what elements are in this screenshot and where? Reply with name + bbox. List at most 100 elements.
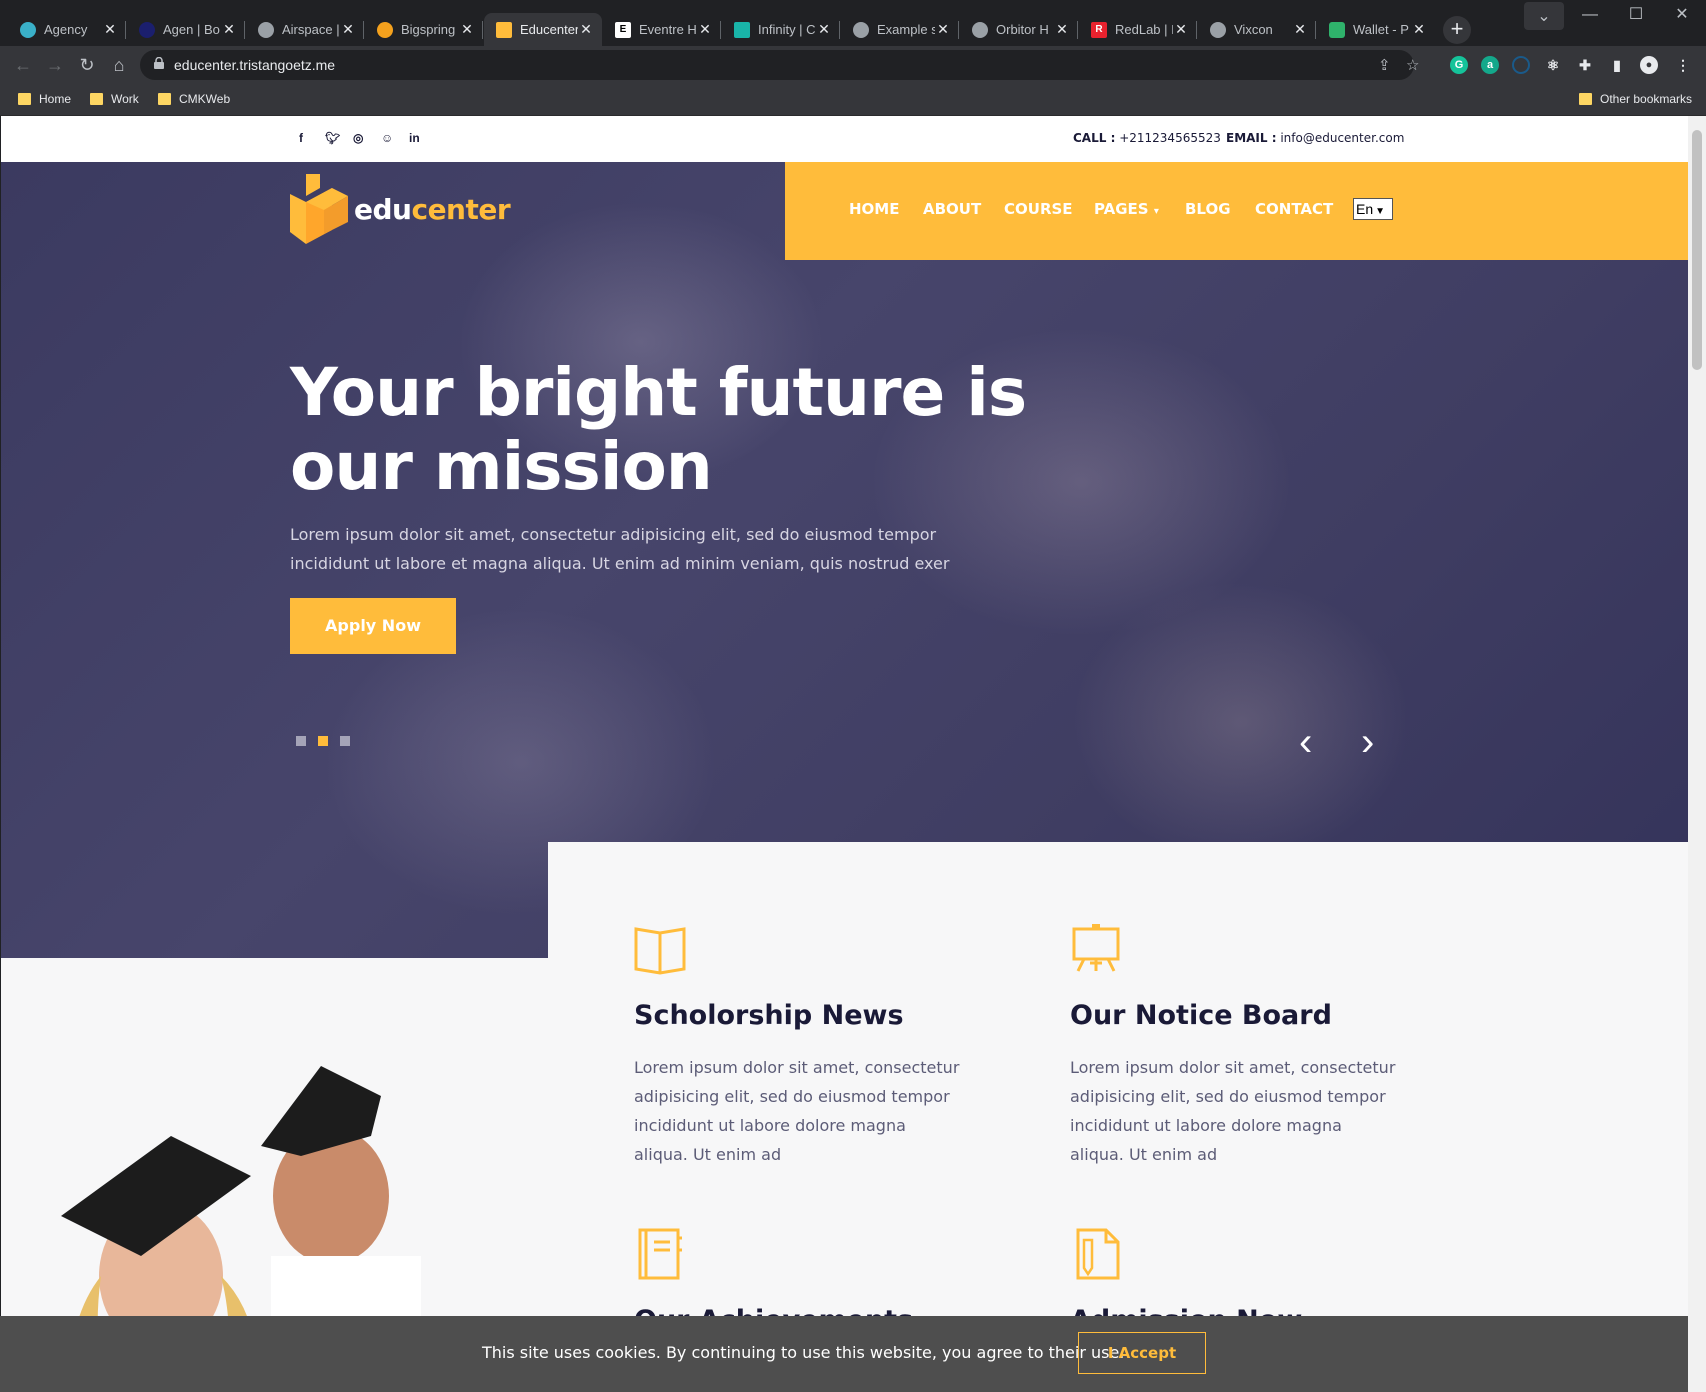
hero-title: Your bright future is our mission — [290, 354, 1027, 505]
nav-pages[interactable]: PAGES ▾ — [1094, 200, 1159, 218]
nav-contact[interactable]: CONTACT — [1255, 200, 1333, 218]
tab-favicon — [1329, 21, 1345, 38]
tab-search-icon[interactable]: ⌄ — [1524, 2, 1564, 30]
menu-kebab-icon[interactable]: ⋮ — [1674, 56, 1692, 74]
browser-tab[interactable]: R RedLab | I ✕ — [1079, 13, 1197, 46]
scrollbar-thumb[interactable] — [1692, 130, 1702, 370]
tab-favicon: R — [1091, 21, 1107, 38]
page-scrollbar[interactable] — [1688, 116, 1706, 1392]
close-tab-icon[interactable]: ✕ — [697, 21, 713, 38]
browser-tab-active[interactable]: Educenter ✕ — [484, 13, 602, 46]
bookmark-work[interactable]: Work — [90, 92, 139, 106]
bookmark-star-icon[interactable]: ☆ — [1406, 56, 1419, 74]
grammarly-icon[interactable]: G — [1450, 56, 1468, 74]
nav-home[interactable]: HOME — [849, 200, 899, 218]
top-info-bar: f 🐦︎ ◎ ☺ in CALL : +211234565523 EMAIL :… — [1, 116, 1688, 162]
browser-tab[interactable]: Agen | Bo ✕ — [127, 13, 245, 46]
close-tab-icon[interactable]: ✕ — [816, 21, 832, 38]
browser-tab[interactable]: Example s ✕ — [841, 13, 959, 46]
forward-icon[interactable]: → — [42, 52, 68, 78]
close-tab-icon[interactable]: ✕ — [340, 21, 356, 38]
browser-tab[interactable]: Vixcon ✕ — [1198, 13, 1316, 46]
globe-icon — [258, 21, 274, 38]
back-icon[interactable]: ← — [10, 52, 36, 78]
language-value: En — [1356, 201, 1374, 217]
slider-dot[interactable] — [340, 736, 350, 746]
close-window-icon[interactable]: ✕ — [1662, 0, 1702, 30]
slider-dot[interactable] — [296, 736, 306, 746]
tab-title: Educenter — [520, 22, 578, 37]
twitter-icon[interactable]: 🐦︎ — [325, 131, 340, 145]
home-icon[interactable]: ⌂ — [106, 52, 132, 78]
extension-circle-icon[interactable] — [1512, 56, 1530, 74]
github-icon[interactable]: ☺ — [381, 131, 393, 145]
slider-next-icon[interactable]: › — [1361, 720, 1374, 765]
browser-tab[interactable]: Orbitor H ✕ — [960, 13, 1078, 46]
other-bookmarks[interactable]: Other bookmarks — [1579, 92, 1692, 106]
feature-title: Our Notice Board — [1070, 1000, 1332, 1031]
new-tab-button[interactable]: + — [1443, 16, 1471, 44]
nav-pages-label: PAGES — [1094, 200, 1149, 218]
close-tab-icon[interactable]: ✕ — [935, 21, 951, 38]
nav-about[interactable]: ABOUT — [923, 200, 981, 218]
bookmark-cmkweb[interactable]: CMKWeb — [158, 92, 230, 106]
phone-contact[interactable]: CALL : +211234565523 — [1073, 131, 1221, 145]
tab-favicon — [853, 21, 869, 38]
nav-blog[interactable]: BLOG — [1185, 200, 1231, 218]
main-navigation: HOME ABOUT COURSE PAGES ▾ BLOG CONTACT E… — [785, 162, 1688, 260]
call-label: CALL : — [1073, 131, 1116, 145]
tab-title: Wallet - P — [1353, 22, 1409, 37]
board-icon — [1072, 924, 1120, 972]
bookmark-label: CMKWeb — [179, 92, 231, 106]
logo-cube-icon — [290, 174, 348, 244]
accept-cookies-button[interactable]: I Accept — [1078, 1332, 1206, 1374]
instagram-icon[interactable]: ◎ — [353, 131, 363, 145]
facebook-icon[interactable]: f — [299, 131, 303, 145]
tab-title: Example s — [877, 22, 935, 37]
tab-title: Bigspring — [401, 22, 456, 37]
reload-icon[interactable]: ↻ — [74, 52, 100, 78]
close-tab-icon[interactable]: ✕ — [102, 21, 118, 38]
side-panel-icon[interactable]: ▮ — [1608, 56, 1626, 74]
lock-icon — [154, 57, 164, 69]
tab-favicon: E — [615, 21, 631, 38]
close-tab-icon[interactable]: ✕ — [578, 21, 594, 38]
close-tab-icon[interactable]: ✕ — [1292, 21, 1308, 38]
tab-favicon — [20, 21, 36, 38]
browser-tab[interactable]: E Eventre H ✕ — [603, 13, 721, 46]
close-tab-icon[interactable]: ✕ — [221, 21, 237, 38]
browser-tab[interactable]: Agency ✕ — [8, 13, 126, 46]
browser-tab[interactable]: Airspace | ✕ — [246, 13, 364, 46]
bookmarks-bar: Home Work CMKWeb Other bookmarks — [0, 84, 1706, 116]
email-label: EMAIL : — [1226, 131, 1277, 145]
extension-a-icon[interactable]: a — [1481, 56, 1499, 74]
linkedin-icon[interactable]: in — [409, 131, 420, 145]
slider-dot-active[interactable] — [318, 736, 328, 746]
email-contact[interactable]: EMAIL : info@educenter.com — [1226, 131, 1404, 145]
close-tab-icon[interactable]: ✕ — [1173, 21, 1189, 38]
site-logo[interactable]: educenter — [290, 174, 511, 244]
bookmark-home[interactable]: Home — [18, 92, 71, 106]
close-tab-icon[interactable]: ✕ — [1054, 21, 1070, 38]
minimize-icon[interactable]: — — [1570, 0, 1610, 30]
phone-number: +211234565523 — [1119, 131, 1221, 145]
slider-prev-icon[interactable]: ‹ — [1299, 720, 1312, 765]
address-bar[interactable]: educenter.tristangoetz.me ⇪ ☆ — [140, 50, 1419, 80]
browser-tab[interactable]: Bigspring ✕ — [365, 13, 483, 46]
close-tab-icon[interactable]: ✕ — [459, 21, 475, 38]
apply-now-button[interactable]: Apply Now — [290, 598, 456, 654]
bookmark-label: Work — [111, 92, 139, 106]
folder-icon — [90, 93, 103, 105]
chevron-down-icon: ▼ — [1375, 206, 1386, 217]
react-devtools-icon[interactable]: ⚛ — [1544, 56, 1562, 74]
language-select[interactable]: En ▼ — [1353, 198, 1393, 220]
extensions-puzzle-icon[interactable]: ✚ — [1576, 56, 1594, 74]
nav-course[interactable]: COURSE — [1004, 200, 1073, 218]
feature-scholarship: Scholorship News Lorem ipsum dolor sit a… — [634, 923, 964, 1169]
share-icon[interactable]: ⇪ — [1378, 56, 1391, 74]
profile-avatar[interactable]: ● — [1640, 56, 1658, 74]
browser-tab[interactable]: Wallet - P ✕ — [1317, 13, 1435, 46]
browser-tab[interactable]: Infinity | C ✕ — [722, 13, 840, 46]
close-tab-icon[interactable]: ✕ — [1411, 21, 1427, 38]
maximize-icon[interactable]: ☐ — [1616, 0, 1656, 30]
